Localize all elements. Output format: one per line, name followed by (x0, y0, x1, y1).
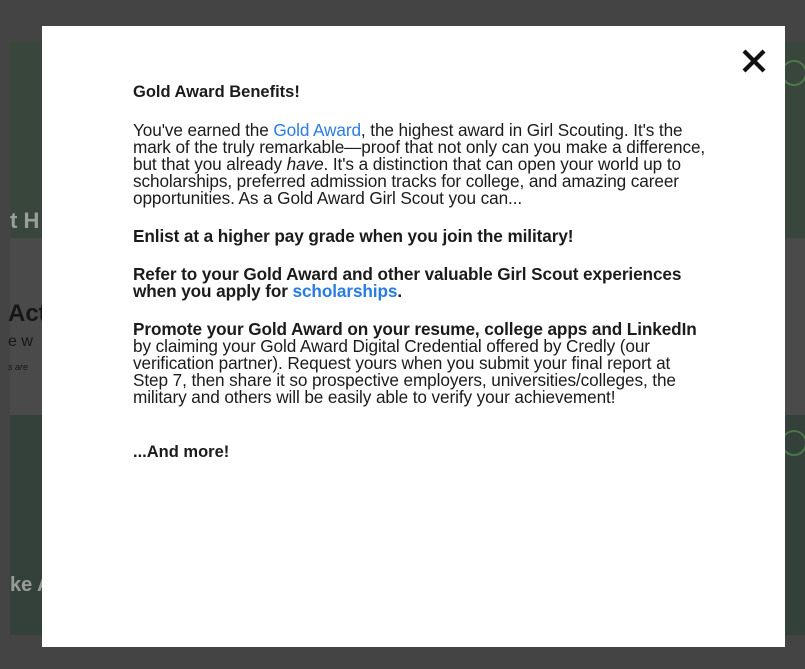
modal-heading: Gold Award Benefits! (133, 83, 300, 101)
benefit-scholarships-end: . (397, 281, 403, 301)
background-text: e w (8, 333, 33, 350)
and-more-text: ...And more! (133, 443, 230, 461)
background-text: t H (10, 208, 40, 233)
background-heading: Act (8, 300, 47, 327)
close-icon[interactable] (739, 46, 769, 76)
modal-content: Gold Award Benefits! You've earned the G… (133, 84, 708, 461)
benefit-credential-text: by claiming your Gold Award Digital Cred… (133, 336, 676, 407)
gold-award-modal: Gold Award Benefits! You've earned the G… (42, 26, 785, 647)
background-note: s are (8, 362, 29, 372)
benefit-scholarships-text: Refer to your Gold Award and other valua… (133, 264, 682, 301)
close-button[interactable] (739, 46, 769, 76)
scholarships-link[interactable]: scholarships (293, 281, 398, 301)
benefit-military-text: Enlist at a higher pay grade when you jo… (133, 226, 574, 246)
benefit-military: Enlist at a higher pay grade when you jo… (133, 226, 708, 246)
benefit-scholarships: Refer to your Gold Award and other valua… (133, 264, 708, 301)
intro-paragraph: You've earned the Gold Award, the highes… (133, 121, 708, 207)
benefit-credential: Promote your Gold Award on your resume, … (133, 320, 708, 407)
